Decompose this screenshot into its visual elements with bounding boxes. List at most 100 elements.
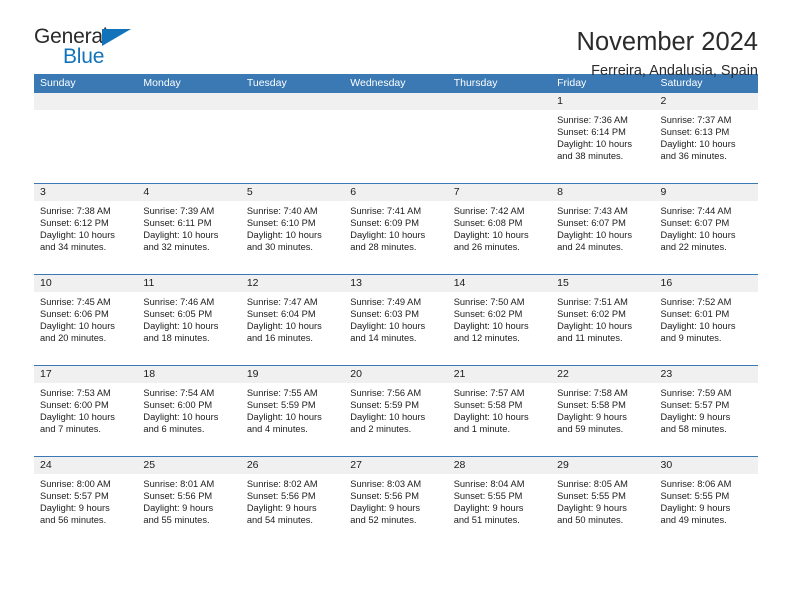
day-daylight-line: and 51 minutes. xyxy=(453,515,520,526)
day-cell[interactable]: Sunrise: 8:00 AM Sunset: 5:57 PM Daylight:… xyxy=(34,474,137,547)
day-number-band: 24 25 26 27 28 29 30 xyxy=(34,457,758,474)
day-sunset: Sunset: 6:00 PM xyxy=(40,400,109,411)
day-cell[interactable]: Sunrise: 8:03 AM Sunset: 5:56 PM Daylight:… xyxy=(344,474,447,547)
day-cell[interactable]: Sunrise: 8:06 AM Sunset: 5:55 PM Daylight:… xyxy=(655,474,758,547)
day-number[interactable]: 13 xyxy=(344,275,447,292)
weekday-header-wednesday: Wednesday xyxy=(350,77,406,89)
day-sunrise: Sunrise: 8:01 AM xyxy=(143,479,215,489)
day-sunset: Sunset: 6:05 PM xyxy=(143,309,213,320)
day-cell[interactable]: Sunrise: 7:49 AM Sunset: 6:03 PM Daylight:… xyxy=(344,292,447,365)
day-number[interactable]: 17 xyxy=(34,366,137,383)
generalblue-logo[interactable]: General Blue xyxy=(34,26,146,72)
day-cell[interactable]: Sunrise: 7:52 AM Sunset: 6:01 PM Daylight:… xyxy=(655,292,758,365)
day-cell[interactable]: Sunrise: 7:51 AM Sunset: 6:02 PM Daylight:… xyxy=(551,292,654,365)
day-cell[interactable]: Sunrise: 7:54 AM Sunset: 6:00 PM Daylight:… xyxy=(137,383,240,456)
day-number[interactable]: 29 xyxy=(551,457,654,474)
day-cell[interactable]: Sunrise: 7:56 AM Sunset: 5:59 PM Daylight:… xyxy=(344,383,447,456)
weekday-header-thursday: Thursday xyxy=(453,77,498,89)
day-number[interactable]: 15 xyxy=(551,275,654,292)
day-number[interactable]: 16 xyxy=(655,275,758,292)
day-cell[interactable]: Sunrise: 7:58 AM Sunset: 5:58 PM Daylight:… xyxy=(551,383,654,456)
day-cell[interactable]: Sunrise: 7:40 AM Sunset: 6:10 PM Daylight:… xyxy=(241,201,344,274)
day-sunset: Sunset: 6:09 PM xyxy=(350,218,419,229)
day-number[interactable]: 1 xyxy=(551,93,654,110)
day-cell[interactable]: Sunrise: 7:46 AM Sunset: 6:05 PM Daylight:… xyxy=(137,292,240,365)
day-cell[interactable]: Sunrise: 7:47 AM Sunset: 6:04 PM Daylight:… xyxy=(241,292,344,365)
day-cell[interactable]: Sunrise: 8:02 AM Sunset: 5:56 PM Daylight:… xyxy=(241,474,344,547)
day-number[interactable]: 19 xyxy=(241,366,344,383)
day-sunrise: Sunrise: 7:42 AM xyxy=(453,206,525,216)
day-number[interactable]: 23 xyxy=(655,366,758,383)
day-sunset: Sunset: 6:06 PM xyxy=(40,309,109,320)
day-daylight-line: Daylight: 10 hours xyxy=(40,412,115,423)
day-number[interactable]: 3 xyxy=(34,184,137,201)
day-number[interactable]: 24 xyxy=(34,457,137,474)
day-cell[interactable]: Sunrise: 8:01 AM Sunset: 5:56 PM Daylight:… xyxy=(137,474,240,547)
day-number[interactable]: 2 xyxy=(655,93,758,110)
day-daylight-line: Daylight: 10 hours xyxy=(350,230,426,241)
calendar-page: General Blue November 2024 Ferreira, And… xyxy=(0,0,792,612)
day-cell[interactable]: Sunrise: 7:50 AM Sunset: 6:02 PM Daylight:… xyxy=(448,292,551,365)
day-daylight-line: and 1 minute. xyxy=(453,424,511,435)
day-daylight-line: and 9 minutes. xyxy=(660,333,722,344)
day-number[interactable]: 25 xyxy=(137,457,240,474)
day-cell[interactable]: Sunrise: 7:36 AM Sunset: 6:14 PM Daylight:… xyxy=(551,110,654,183)
day-daylight-line: and 4 minutes. xyxy=(246,424,308,435)
day-number[interactable]: 22 xyxy=(551,366,654,383)
day-number-empty xyxy=(448,93,551,110)
day-daylight-line: and 58 minutes. xyxy=(660,424,727,435)
day-sunset: Sunset: 6:07 PM xyxy=(660,218,730,229)
day-number[interactable]: 18 xyxy=(137,366,240,383)
day-number[interactable]: 27 xyxy=(344,457,447,474)
day-daylight-line: Daylight: 10 hours xyxy=(557,230,633,241)
day-cell[interactable]: Sunrise: 7:59 AM Sunset: 5:57 PM Daylight:… xyxy=(655,383,758,456)
day-number[interactable]: 5 xyxy=(241,184,344,201)
day-number[interactable]: 6 xyxy=(344,184,447,201)
day-sunset: Sunset: 6:00 PM xyxy=(143,400,213,411)
day-number-band: 3456789 xyxy=(34,184,758,201)
day-number[interactable]: 9 xyxy=(655,184,758,201)
day-cell[interactable]: Sunrise: 7:41 AM Sunset: 6:09 PM Daylight:… xyxy=(344,201,447,274)
day-daylight-line: and 16 minutes. xyxy=(246,333,313,344)
day-daylight-line: and 11 minutes. xyxy=(557,333,623,344)
day-sunrise: Sunrise: 7:47 AM xyxy=(246,297,318,307)
day-cell[interactable]: Sunrise: 7:53 AM Sunset: 6:00 PM Daylight:… xyxy=(34,383,137,456)
day-cell[interactable]: Sunrise: 8:04 AM Sunset: 5:55 PM Daylight:… xyxy=(448,474,551,547)
day-number[interactable]: 26 xyxy=(241,457,344,474)
day-cell-empty xyxy=(137,110,240,183)
day-sunrise: Sunrise: 7:53 AM xyxy=(40,388,111,398)
day-number[interactable]: 7 xyxy=(448,184,551,201)
day-sunrise: Sunrise: 7:51 AM xyxy=(557,297,628,307)
day-cell[interactable]: Sunrise: 7:57 AM Sunset: 5:58 PM Daylight:… xyxy=(448,383,551,456)
day-daylight-line: Daylight: 9 hours xyxy=(660,503,731,514)
day-cell[interactable]: Sunrise: 7:38 AM Sunset: 6:12 PM Daylight:… xyxy=(34,201,137,274)
day-number[interactable]: 28 xyxy=(448,457,551,474)
day-cell[interactable]: Sunrise: 7:55 AM Sunset: 5:59 PM Daylight:… xyxy=(241,383,344,456)
day-daylight-line: Daylight: 10 hours xyxy=(246,412,322,423)
day-number[interactable]: 14 xyxy=(448,275,551,292)
day-cell[interactable]: Sunrise: 8:05 AM Sunset: 5:55 PM Daylight:… xyxy=(551,474,654,547)
day-number[interactable]: 12 xyxy=(241,275,344,292)
day-number[interactable]: 4 xyxy=(137,184,240,201)
day-number[interactable]: 20 xyxy=(344,366,447,383)
day-number[interactable]: 21 xyxy=(448,366,551,383)
day-number[interactable]: 30 xyxy=(655,457,758,474)
day-sunrise: Sunrise: 7:56 AM xyxy=(350,388,422,398)
day-cell-empty xyxy=(241,110,344,183)
title-block: November 2024 Ferreira, Andalusia, Spain xyxy=(577,26,758,79)
day-sunset: Sunset: 5:55 PM xyxy=(660,491,730,502)
day-cell[interactable]: Sunrise: 7:39 AM Sunset: 6:11 PM Daylight:… xyxy=(137,201,240,274)
day-sunset: Sunset: 6:12 PM xyxy=(40,218,109,229)
day-cell[interactable]: Sunrise: 7:45 AM Sunset: 6:06 PM Daylight:… xyxy=(34,292,137,365)
day-number[interactable]: 10 xyxy=(34,275,137,292)
day-sunrise: Sunrise: 7:41 AM xyxy=(350,206,422,216)
day-details-band: Sunrise: 7:53 AM Sunset: 6:00 PM Daylight:… xyxy=(34,383,758,456)
day-number[interactable]: 11 xyxy=(137,275,240,292)
day-cell[interactable]: Sunrise: 7:37 AM Sunset: 6:13 PM Daylight:… xyxy=(655,110,758,183)
day-cell[interactable]: Sunrise: 7:43 AM Sunset: 6:07 PM Daylight:… xyxy=(551,201,654,274)
day-cell[interactable]: Sunrise: 7:42 AM Sunset: 6:08 PM Daylight:… xyxy=(448,201,551,274)
day-daylight-line: and 28 minutes. xyxy=(350,242,417,253)
day-number[interactable]: 8 xyxy=(551,184,654,201)
day-cell[interactable]: Sunrise: 7:44 AM Sunset: 6:07 PM Daylight:… xyxy=(655,201,758,274)
day-sunrise: Sunrise: 7:44 AM xyxy=(660,206,732,216)
